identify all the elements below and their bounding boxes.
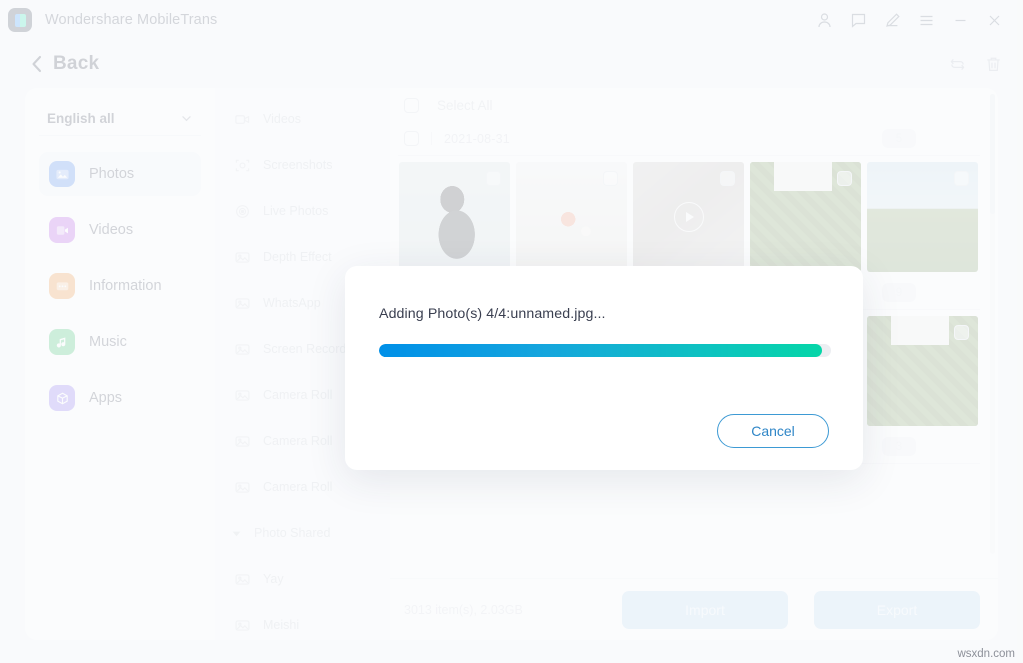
progress-bar-track <box>379 344 831 357</box>
progress-dialog: Adding Photo(s) 4/4:unnamed.jpg... Cance… <box>345 266 863 470</box>
dialog-actions: Cancel <box>717 414 829 448</box>
watermark: wsxdn.com <box>957 648 1015 660</box>
application-window: Wondershare MobileTrans <box>0 0 1023 663</box>
progress-message: Adding Photo(s) 4/4:unnamed.jpg... <box>379 306 606 322</box>
progress-bar-fill <box>379 344 822 357</box>
cancel-button[interactable]: Cancel <box>717 414 829 448</box>
